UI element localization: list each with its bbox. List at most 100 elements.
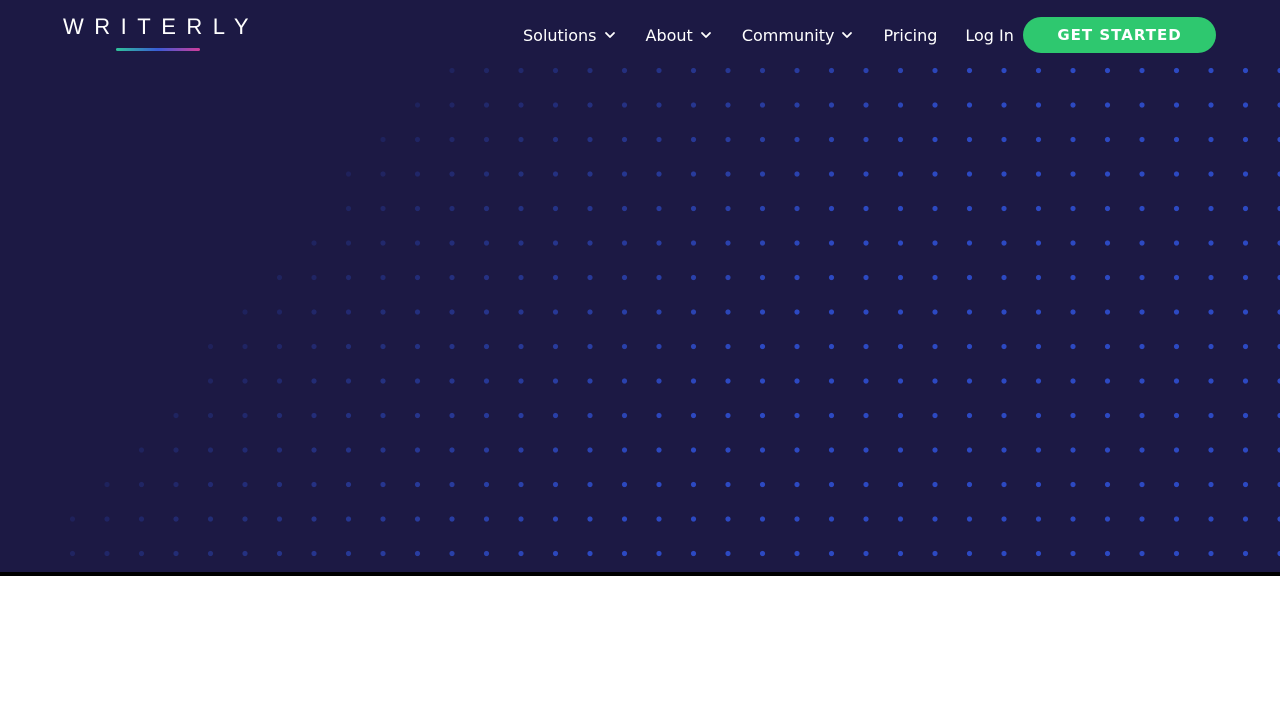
grid-dot	[1035, 378, 1042, 384]
grid-dot	[725, 412, 731, 419]
grid-dot	[656, 550, 662, 557]
grid-dot	[1070, 516, 1076, 522]
grid-dot	[345, 343, 352, 350]
grid-dot	[966, 171, 973, 177]
grid-dot	[794, 67, 800, 74]
grid-dot	[1242, 378, 1249, 384]
grid-dot	[1035, 412, 1042, 419]
grid-dot	[414, 102, 421, 108]
grid-dot	[932, 67, 938, 74]
grid-dot	[207, 550, 214, 557]
grid-dot	[173, 516, 179, 522]
grid-dot	[932, 274, 938, 281]
grid-dot	[414, 240, 421, 246]
grid-dot	[1208, 309, 1214, 315]
grid-dot	[725, 240, 731, 246]
grid-dot	[1001, 136, 1007, 143]
grid-dot	[380, 171, 386, 177]
grid-dot	[587, 343, 593, 350]
grid-dot	[1242, 240, 1249, 246]
grid-dot	[1070, 67, 1076, 74]
grid-dot	[311, 481, 317, 488]
nav-solutions-label: Solutions	[523, 25, 597, 45]
grid-dot	[932, 447, 938, 453]
grid-dot	[449, 67, 455, 74]
grid-dot	[932, 343, 938, 350]
grid-dot	[656, 481, 662, 488]
grid-dot	[1208, 205, 1214, 212]
grid-dot	[1173, 205, 1180, 212]
nav-pricing[interactable]: Pricing	[883, 17, 937, 53]
grid-dot	[276, 481, 283, 488]
grid-dot	[1139, 136, 1145, 143]
grid-dot	[552, 309, 559, 315]
grid-dot	[1104, 447, 1111, 453]
grid-dot	[1208, 171, 1214, 177]
grid-dot	[483, 447, 490, 453]
grid-dot	[1173, 447, 1180, 453]
grid-dot	[483, 550, 490, 557]
grid-dot	[1139, 447, 1145, 453]
grid-dot	[242, 516, 248, 522]
grid-dot	[621, 343, 628, 350]
grid-dot	[1208, 274, 1214, 281]
grid-dot	[449, 205, 455, 212]
grid-dot	[1173, 171, 1180, 177]
grid-dot	[380, 516, 386, 522]
grid-dot	[621, 67, 628, 74]
grid-dot	[414, 309, 421, 315]
grid-dot	[345, 205, 352, 212]
grid-dot	[932, 102, 938, 108]
grid-dot	[897, 171, 904, 177]
grid-dot	[897, 240, 904, 246]
grid-dot	[449, 240, 455, 246]
grid-dot	[1070, 447, 1076, 453]
grid-dot	[966, 481, 973, 488]
grid-dot	[794, 102, 800, 108]
grid-dot	[656, 205, 662, 212]
grid-dot	[828, 274, 835, 281]
grid-dot	[587, 378, 593, 384]
nav-about[interactable]: About	[646, 17, 712, 53]
grid-dot	[690, 550, 697, 557]
grid-dot	[1139, 171, 1145, 177]
grid-dot	[690, 481, 697, 488]
grid-dot	[1001, 240, 1007, 246]
nav-solutions[interactable]: Solutions	[523, 17, 616, 53]
get-started-button[interactable]: GET STARTED	[1023, 17, 1216, 53]
grid-dot	[483, 274, 490, 281]
grid-dot	[414, 378, 421, 384]
grid-dot	[932, 550, 938, 557]
grid-dot	[552, 343, 559, 350]
grid-dot	[414, 550, 421, 557]
grid-dot	[725, 343, 731, 350]
grid-dot	[1208, 240, 1214, 246]
grid-dot	[1070, 274, 1076, 281]
grid-dot	[1139, 550, 1145, 557]
grid-dot	[449, 309, 455, 315]
nav-community[interactable]: Community	[742, 17, 854, 53]
grid-dot	[242, 343, 248, 350]
grid-dot	[1035, 309, 1042, 315]
grid-dot	[587, 205, 593, 212]
writerly-logo[interactable]: WRITERLY	[63, 16, 255, 56]
grid-dot	[587, 550, 593, 557]
chevron-down-icon	[700, 32, 711, 38]
grid-dot	[1104, 205, 1111, 212]
grid-dot	[1242, 67, 1249, 74]
grid-dot	[345, 378, 352, 384]
grid-dot	[863, 447, 869, 453]
grid-dot	[518, 516, 524, 522]
grid-dot	[828, 412, 835, 419]
grid-dot	[518, 378, 524, 384]
grid-dot	[345, 274, 352, 281]
grid-dot	[932, 171, 938, 177]
grid-dot	[207, 516, 214, 522]
grid-dot	[1070, 171, 1076, 177]
grid-dot	[311, 309, 317, 315]
grid-dot	[1173, 136, 1180, 143]
nav-login[interactable]: Log In	[965, 17, 1014, 53]
grid-dot	[1173, 516, 1180, 522]
grid-dot	[1001, 343, 1007, 350]
grid-dot	[725, 378, 731, 384]
